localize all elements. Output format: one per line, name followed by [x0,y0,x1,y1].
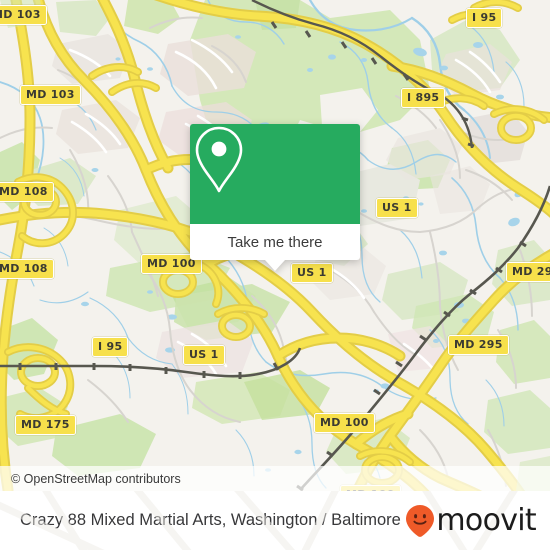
map-pin-icon [195,126,243,193]
road-shield: MD 175 [15,415,76,435]
moovit-wordmark: moovit [436,502,536,538]
map-screenshot: MD 103 I 95 I 895 US 1 MD 295 MD 295 MD 108 MD … [0,0,550,550]
popup-pointer-tail [265,260,285,271]
road-shield: US 1 [291,263,333,283]
osm-attribution-text[interactable]: © OpenStreetMap contributors [0,472,181,486]
moovit-brand-logo[interactable]: moovit [405,502,537,538]
road-shield: MD 295 [448,335,509,355]
road-shield: I 895 [401,88,446,108]
road-shield: MD 100 [314,413,375,433]
take-me-there-label: Take me there [227,233,323,251]
road-shield: MD 295 [506,262,550,282]
road-shield: I 95 [466,8,503,28]
popup-header [190,124,360,224]
page-title: Crazy 88 Mixed Martial Arts, Washington … [20,511,401,529]
road-shield: US 1 [183,345,225,365]
moovit-smiley-pin-icon [406,504,435,537]
road-shield: MD 108 [0,182,54,202]
map-canvas[interactable]: MD 103 I 95 I 895 US 1 MD 295 MD 295 MD 108 MD … [0,0,550,491]
footer-bar: Crazy 88 Mixed Martial Arts, Washington … [0,491,550,550]
road-shield: MD 103 [0,5,47,25]
road-shield: MD 108 [0,259,54,279]
map-attribution-bar: © OpenStreetMap contributors [0,466,550,491]
location-popup[interactable]: Take me there [190,124,360,271]
take-me-there-button[interactable]: Take me there [190,224,360,260]
road-shield: US 1 [376,198,418,218]
road-shield: I 95 [92,337,129,357]
road-shield: MD 103 [20,85,81,105]
